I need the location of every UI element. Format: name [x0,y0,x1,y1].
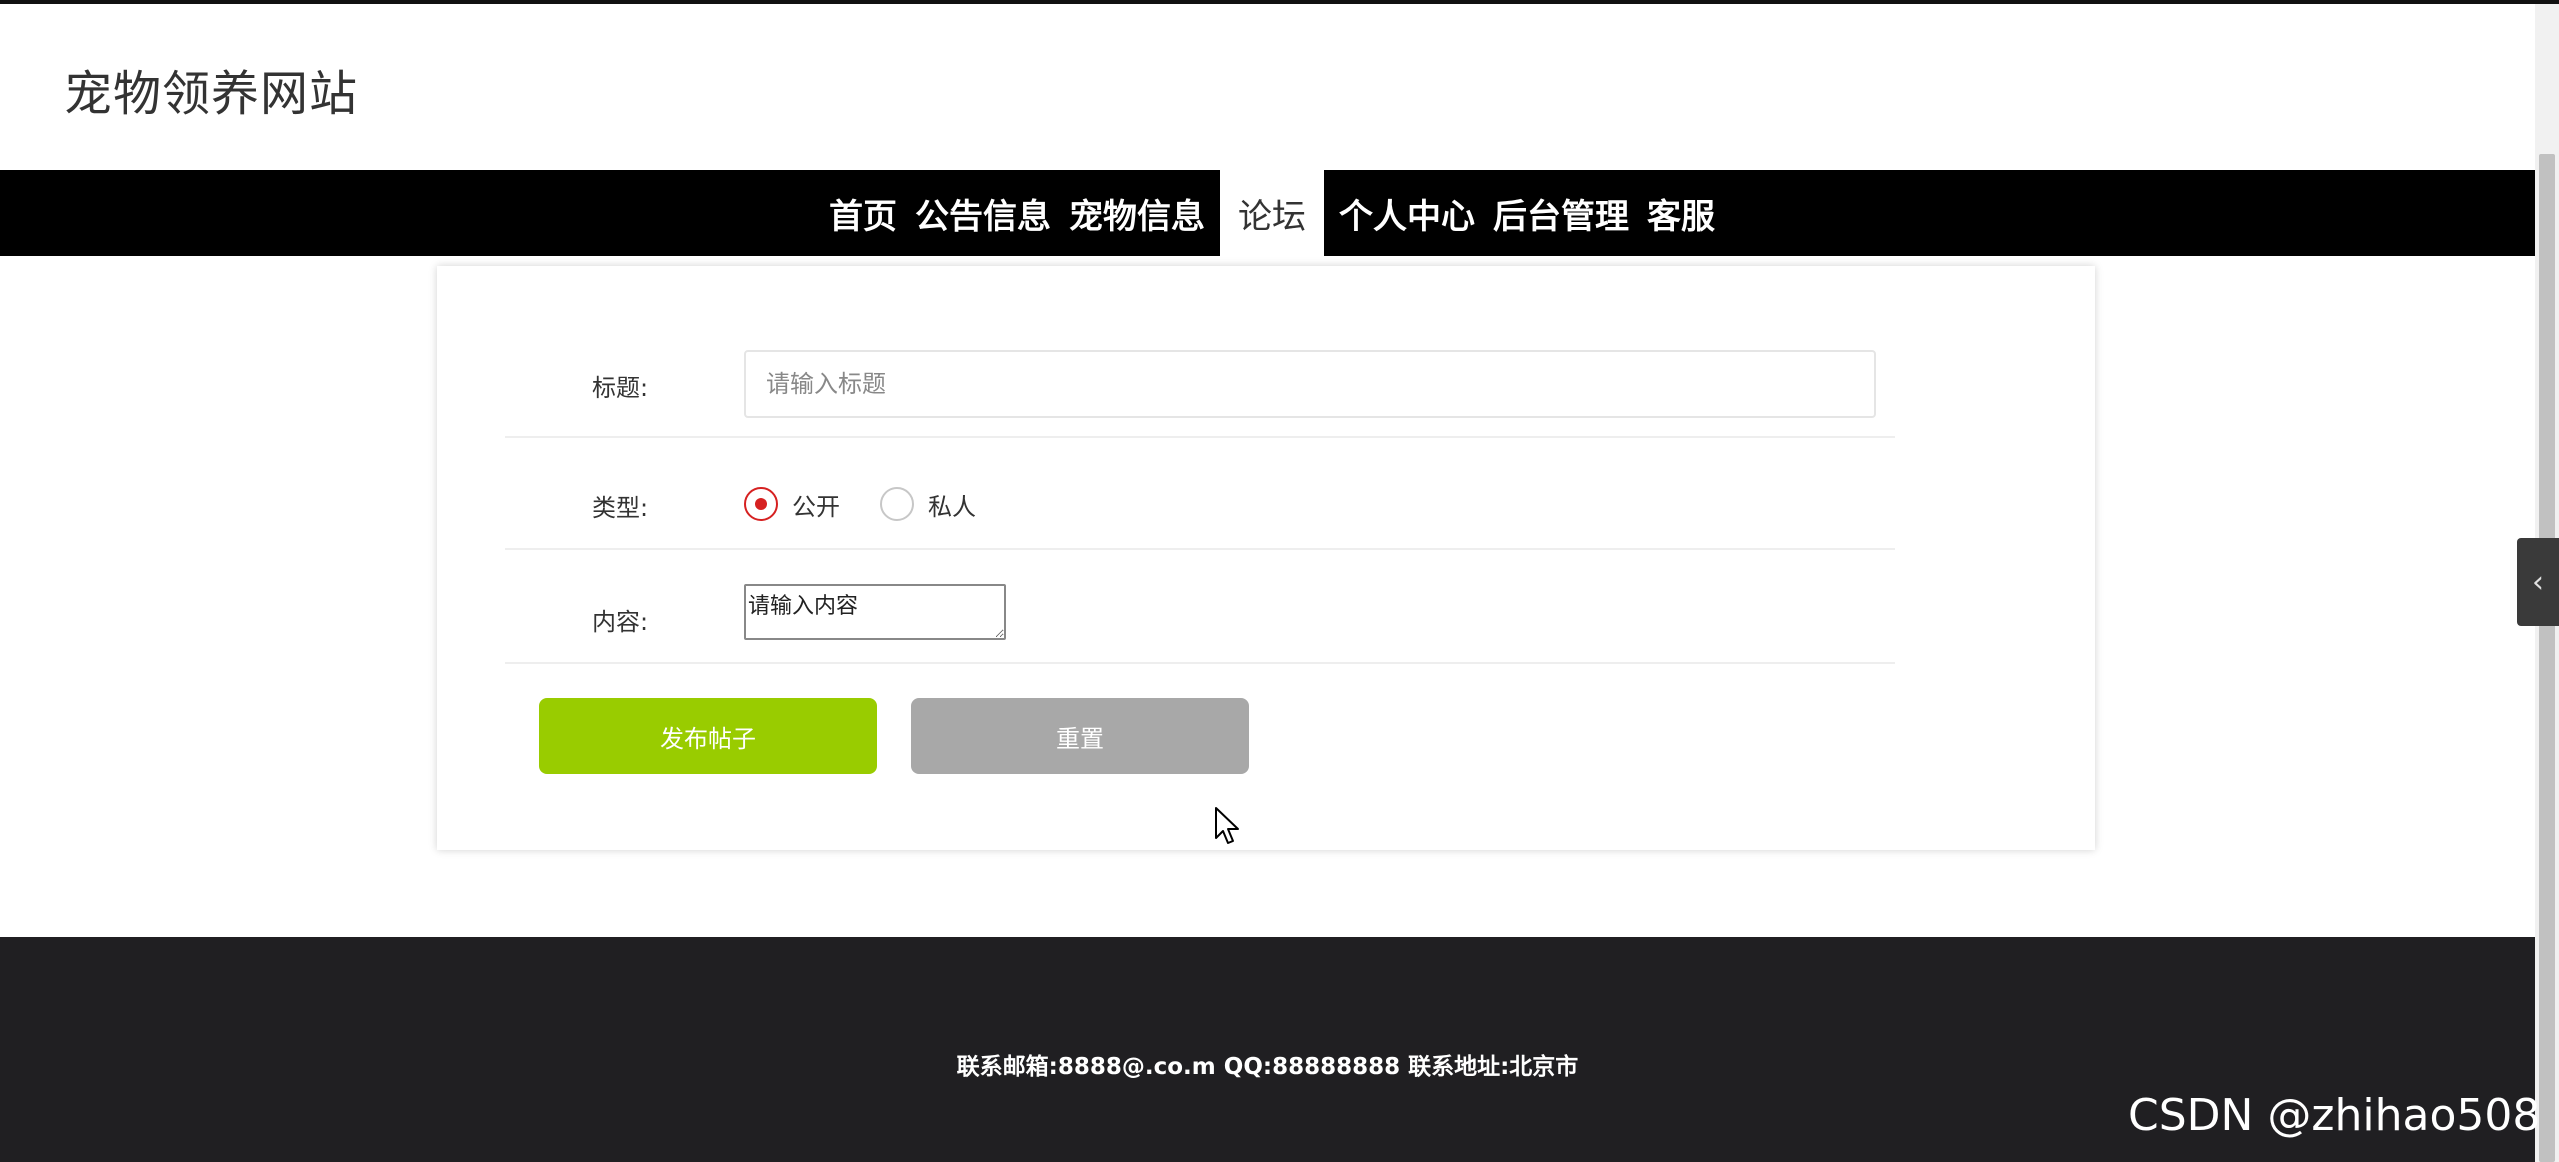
site-title[interactable]: 宠物领养网站 [64,54,358,124]
nav-item-support[interactable]: 客服 [1638,170,1724,256]
title-label: 标题: [592,374,649,402]
type-label: 类型: [592,494,649,522]
title-input[interactable] [744,350,1876,418]
post-form-card: 标题: 类型: 公开 私人 内容: 发布帖子 重置 [437,266,2095,850]
content-label: 内容: [592,608,649,636]
main-nav: 首页 公告信息 宠物信息 论坛 个人中心 后台管理 客服 [0,170,2535,256]
reset-button[interactable]: 重置 [911,698,1249,774]
watermark: CSDN @zhihao508 [2128,1090,2541,1141]
row-divider [505,436,1895,438]
nav-items: 首页 公告信息 宠物信息 论坛 个人中心 后台管理 客服 [820,170,1724,256]
nav-item-announcements[interactable]: 公告信息 [906,170,1060,256]
side-collapse-tab[interactable]: ‹ [2517,538,2559,626]
content-textarea[interactable] [744,584,1006,640]
nav-item-admin[interactable]: 后台管理 [1484,170,1638,256]
scrollbar-thumb[interactable] [2539,154,2555,1162]
footer-contact: 联系邮箱:8888@.co.m QQ:88888888 联系地址:北京市 [956,1054,1579,1080]
nav-item-pets[interactable]: 宠物信息 [1060,170,1214,256]
nav-item-profile[interactable]: 个人中心 [1330,170,1484,256]
nav-item-home[interactable]: 首页 [820,170,906,256]
radio-public-circle[interactable] [744,487,778,521]
row-divider [505,662,1895,664]
site-header: 宠物领养网站 [0,4,2535,170]
type-radio-group: 公开 私人 [744,484,1016,524]
radio-private-label: 私人 [928,492,976,521]
radio-private-circle[interactable] [880,487,914,521]
row-divider [505,548,1895,550]
nav-item-forum[interactable]: 论坛 [1220,170,1324,256]
radio-public[interactable]: 公开 [744,487,840,522]
publish-post-button[interactable]: 发布帖子 [539,698,877,774]
radio-private[interactable]: 私人 [880,487,976,522]
radio-public-label: 公开 [792,492,840,521]
chevron-left-icon: ‹ [2532,564,2544,600]
mouse-cursor-icon [1215,807,1239,844]
